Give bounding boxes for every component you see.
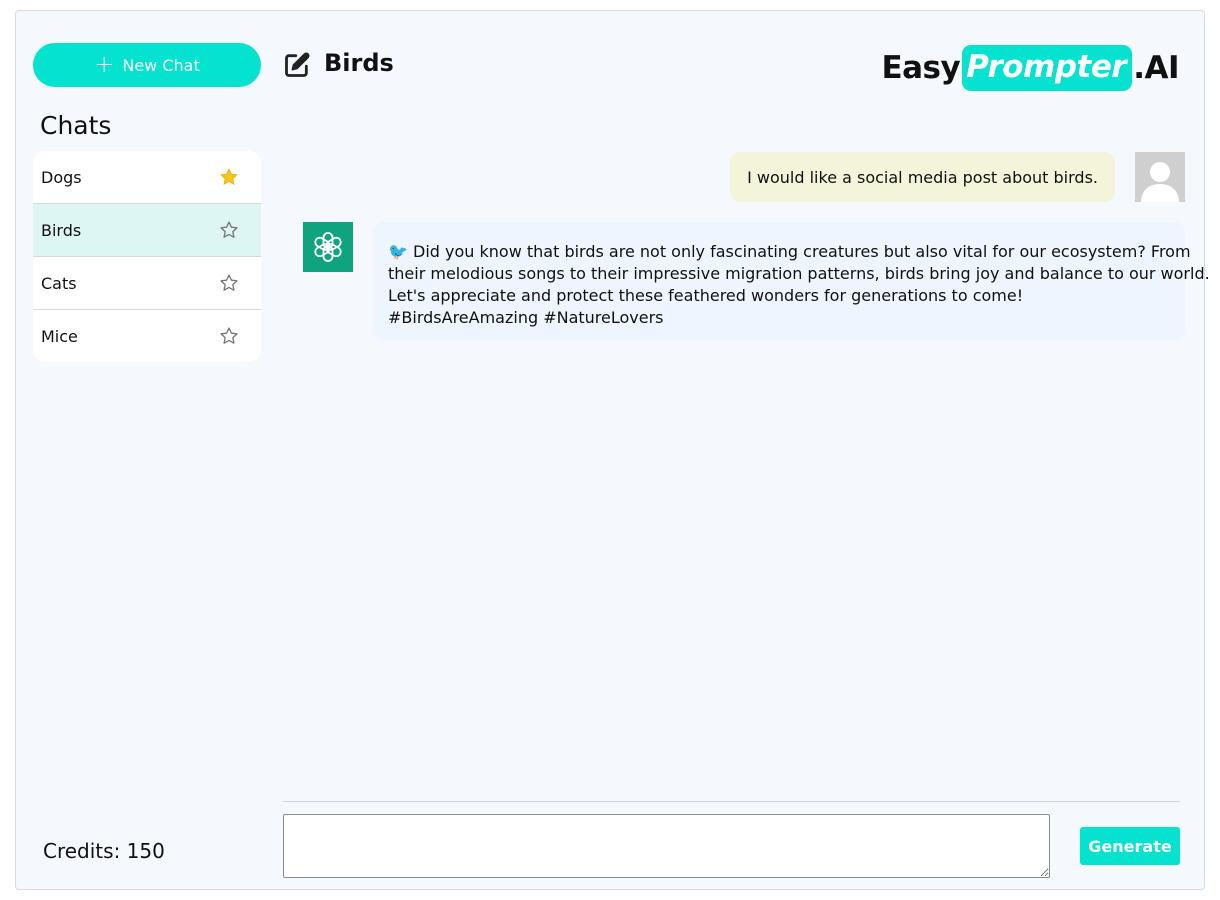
star-outline-icon[interactable]: [219, 326, 239, 346]
user-message: I would like a social media post about b…: [730, 152, 1115, 202]
app-window: + New Chat Chats Dogs Birds Cats Mice Cr…: [15, 10, 1210, 890]
sidebar-item-cats[interactable]: Cats: [33, 257, 261, 310]
easyprompter-logo: Easy Prompter .AI: [881, 43, 1179, 93]
sidebar-item-mice[interactable]: Mice: [33, 310, 261, 362]
new-chat-button[interactable]: + New Chat: [33, 43, 261, 87]
prompt-input[interactable]: [283, 814, 1050, 878]
chats-heading: Chats: [40, 111, 112, 140]
credits-counter: Credits: 150: [43, 839, 165, 863]
assistant-message: 🐦 Did you know that birds are not only f…: [373, 222, 1210, 340]
assistant-message-line: Let's appreciate and protect these feath…: [388, 286, 1024, 305]
sidebar-item-label: Mice: [41, 326, 78, 346]
chat-list: Dogs Birds Cats Mice: [33, 151, 261, 362]
user-avatar-icon: [1135, 152, 1185, 202]
sidebar-item-label: Birds: [41, 220, 82, 240]
star-filled-icon[interactable]: [219, 167, 239, 187]
assistant-message-line: 🐦 Did you know that birds are not only f…: [388, 242, 1191, 261]
user-message-text: I would like a social media post about b…: [747, 167, 1098, 187]
sidebar-item-label: Dogs: [41, 167, 82, 187]
assistant-message-line: their melodious songs to their impressiv…: [388, 264, 1210, 283]
generate-button[interactable]: Generate: [1080, 827, 1180, 865]
sidebar-item-label: Cats: [41, 273, 77, 293]
assistant-message-line: #BirdsAreAmazing #NatureLovers: [388, 308, 664, 327]
edit-icon[interactable]: [283, 51, 311, 79]
composer-divider: [283, 801, 1180, 802]
openai-logo-icon: [303, 222, 353, 272]
plus-icon: +: [94, 50, 115, 78]
star-outline-icon[interactable]: [219, 273, 239, 293]
star-outline-icon[interactable]: [219, 220, 239, 240]
new-chat-label: New Chat: [122, 55, 200, 75]
sidebar-item-birds[interactable]: Birds: [33, 204, 261, 257]
chat-title: Birds: [324, 49, 394, 77]
sidebar-item-dogs[interactable]: Dogs: [33, 151, 261, 204]
